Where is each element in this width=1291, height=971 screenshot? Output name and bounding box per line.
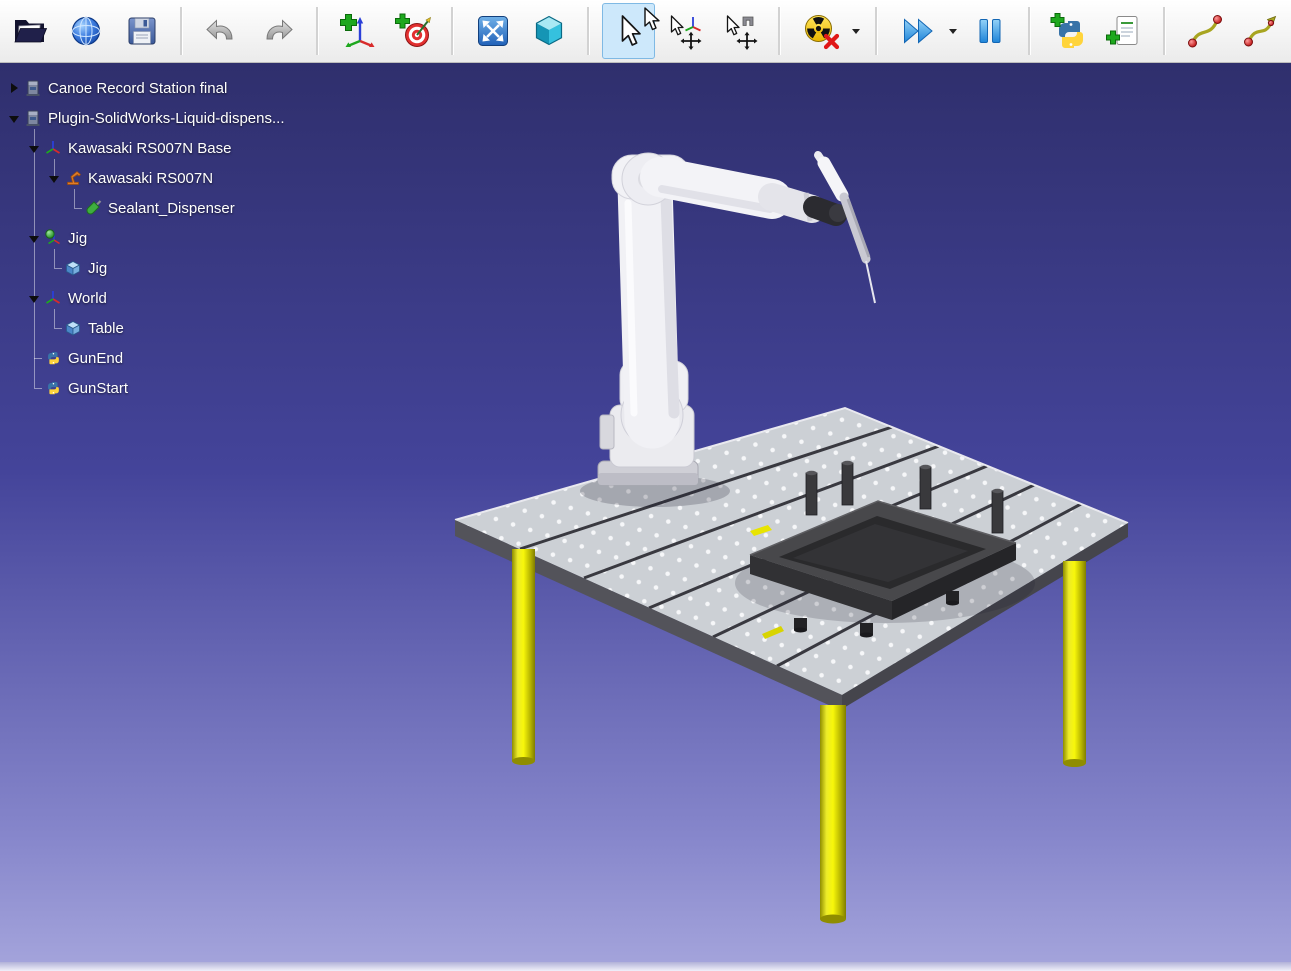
tree-item-sealant-dispenser[interactable]: Sealant_Dispenser [0,193,370,223]
curve-path-icon [1186,12,1224,50]
redo-button[interactable] [251,3,304,59]
toolbar-separator [451,7,454,55]
iso-cube-icon [530,12,568,50]
tree-item-label: Jig [88,260,107,277]
save-icon [123,12,161,50]
main-toolbar [0,0,1291,63]
expander-expanded-icon[interactable] [6,110,22,126]
tree-item-label: World [68,290,107,307]
tree-item-kawasaki-base-frame[interactable]: Kawasaki RS007N Base [0,133,370,163]
tree-item-kawasaki-robot[interactable]: Kawasaki RS007N [0,163,370,193]
add-program-button[interactable] [1099,3,1152,59]
save-button[interactable] [116,3,169,59]
dropdown-arrow-icon [852,29,860,34]
select-cursor-icon [609,12,647,50]
tree-item-label: Jig [68,230,87,247]
toolbar-separator [316,7,319,55]
check-collisions-dropdown[interactable] [849,3,863,59]
tree-item-gunend-script[interactable]: GunEnd [0,343,370,373]
station-icon [24,109,42,127]
point-follow-button[interactable] [1234,3,1287,59]
undo-icon [203,12,241,50]
add-python-program-button[interactable] [1043,3,1096,59]
move-object-cursor-icon [721,12,759,50]
tree-item-gunstart-script[interactable]: GunStart [0,373,370,403]
python-plus-icon [1050,12,1088,50]
select-tool-button[interactable] [602,3,655,59]
fast-simulation-button[interactable] [890,3,946,59]
station-tree: Canoe Record Station final Plugin-SolidW… [0,73,370,403]
expander-expanded-icon[interactable] [26,140,42,156]
toolbar-separator [180,7,183,55]
tree-item-label: Kawasaki RS007N Base [68,140,231,157]
reference-frame-icon [44,289,62,307]
check-collisions-button[interactable] [793,3,849,59]
toolbar-separator [1163,7,1166,55]
tool-icon [84,199,102,217]
tree-item-label: Kawasaki RS007N [88,170,213,187]
isometric-view-button[interactable] [522,3,575,59]
frame-plus-icon [338,12,376,50]
undo-button[interactable] [195,3,248,59]
3d-viewport[interactable]: Canoe Record Station final Plugin-SolidW… [0,63,1291,971]
table-leg[interactable] [512,549,535,761]
fast-forward-icon [899,12,937,50]
pause-icon [971,12,1009,50]
reference-frame-icon [44,139,62,157]
radiation-icon [802,12,840,50]
expander-expanded-icon[interactable] [26,230,42,246]
tree-item-label: Table [88,320,124,337]
bottom-strip [0,962,1291,971]
sealant-dispenser-tool[interactable] [818,155,875,303]
tree-item-jig-frame[interactable]: Jig [0,223,370,253]
toolbar-separator [587,7,590,55]
expander-expanded-icon[interactable] [26,290,42,306]
pause-button[interactable] [963,3,1016,59]
expander-expanded-icon[interactable] [46,170,62,186]
program-plus-icon [1106,12,1144,50]
tree-item-label: GunStart [68,380,128,397]
table-leg[interactable] [1063,561,1086,763]
folder-open-icon [11,12,49,50]
tree-item-world-frame[interactable]: World [0,283,370,313]
tree-item-plugin-station[interactable]: Plugin-SolidWorks-Liquid-dispens... [0,103,370,133]
curve-follow-button[interactable] [1178,3,1231,59]
toolbar-separator [778,7,781,55]
fit-all-icon [474,12,512,50]
python-script-icon [44,379,62,397]
station-icon [24,79,42,97]
move-reference-cursor-icon [665,12,703,50]
fast-simulation-dropdown[interactable] [946,3,960,59]
tree-item-label: Sealant_Dispenser [108,200,235,217]
object-box-icon [64,319,82,337]
open-button[interactable] [4,3,57,59]
target-plus-icon [394,12,432,50]
robodk-window: Canoe Record Station final Plugin-SolidW… [0,0,1291,971]
toolbar-separator [1028,7,1031,55]
reference-frame-ball-icon [44,229,62,247]
robot-icon [64,169,82,187]
dropdown-arrow-icon [949,29,957,34]
tree-item-label: Plugin-SolidWorks-Liquid-dispens... [48,110,285,127]
curve-path-arrow-icon [1242,12,1280,50]
python-script-icon [44,349,62,367]
table-leg[interactable] [820,705,846,919]
add-reference-frame-button[interactable] [331,3,384,59]
tree-item-canoe-station[interactable]: Canoe Record Station final [0,73,370,103]
tree-item-table-object[interactable]: Table [0,313,370,343]
expander-collapsed-icon[interactable] [6,80,22,96]
tree-item-label: GunEnd [68,350,123,367]
move-reference-button[interactable] [658,3,711,59]
redo-icon [258,12,296,50]
add-target-button[interactable] [387,3,440,59]
object-box-icon [64,259,82,277]
toolbar-separator [875,7,878,55]
tree-item-label: Canoe Record Station final [48,80,227,97]
fit-all-button[interactable] [466,3,519,59]
move-object-button[interactable] [713,3,766,59]
globe-icon [67,12,105,50]
tree-item-jig-object[interactable]: Jig [0,253,370,283]
table[interactable] [455,408,1128,924]
open-library-button[interactable] [60,3,113,59]
